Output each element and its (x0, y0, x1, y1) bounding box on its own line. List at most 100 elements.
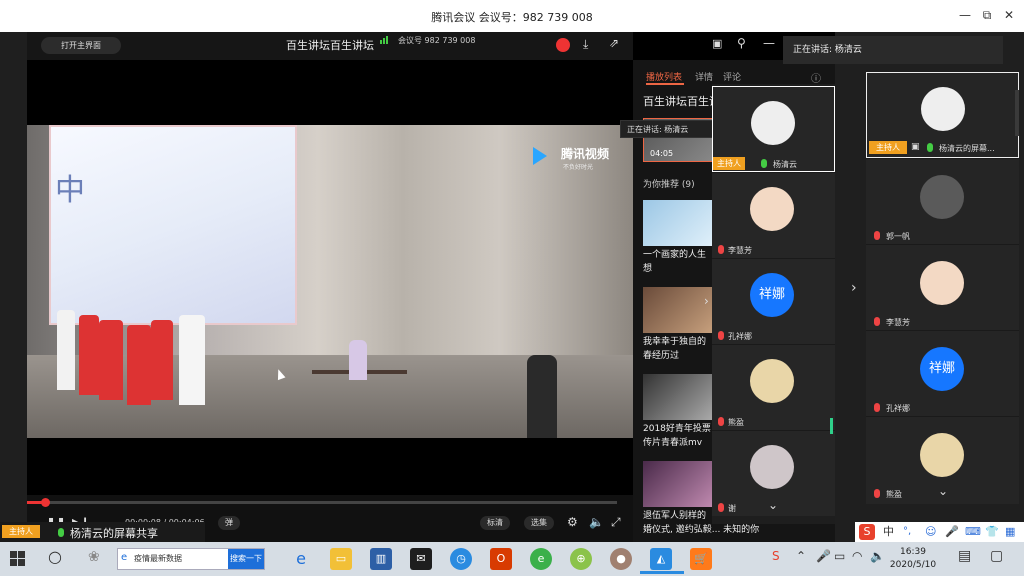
recommend-thumb[interactable] (643, 287, 713, 333)
tencent-video-logo-icon (533, 147, 547, 165)
menu-grid-icon[interactable]: ▦ (1005, 522, 1015, 542)
avatar (750, 187, 794, 231)
info-icon[interactable]: ⓘ (811, 70, 821, 85)
tab-comments[interactable]: 评论 (723, 70, 741, 83)
search-button[interactable]: 搜索一下 (228, 549, 264, 569)
share-icon[interactable]: ⇗ (609, 36, 619, 50)
tray-expand-icon[interactable]: ⌃ (796, 549, 806, 563)
taskview-icon[interactable]: ❀ (88, 549, 100, 565)
participant-tile[interactable]: 主持人 杨清云 (712, 86, 835, 172)
participant-tile[interactable]: 主持人 ▣ 杨清云的屏幕... (866, 72, 1019, 158)
tab-playlist[interactable]: 播放列表 (646, 70, 682, 83)
mic-muted-icon (874, 489, 880, 498)
close-button[interactable]: ✕ (1000, 8, 1018, 22)
restore-button[interactable]: ⧉ (978, 8, 996, 23)
recommend-title[interactable]: 传片青春派mv (643, 436, 713, 450)
settings-icon[interactable]: ⚙ (567, 515, 578, 529)
danmu-button[interactable]: 弹 (218, 516, 240, 530)
clock-time: 16:39 (900, 547, 926, 557)
security-360-icon[interactable]: ⊕ (570, 548, 592, 570)
avatar (920, 175, 964, 219)
recommend-title[interactable]: 想 (643, 262, 713, 276)
participant-tile[interactable]: 熊盈 (712, 344, 835, 430)
file-explorer-icon[interactable]: ▭ (330, 548, 352, 570)
photo-app-icon[interactable]: ● (610, 548, 632, 570)
mic-muted-icon (718, 417, 724, 426)
record-icon[interactable] (556, 38, 570, 52)
participant-tile[interactable]: 李慧芳 (712, 172, 835, 258)
keyboard-icon[interactable]: ⌨ (965, 522, 981, 542)
shopping-icon[interactable]: 🛒 (690, 548, 712, 570)
recommend-thumb[interactable] (643, 461, 713, 507)
cortana-icon[interactable]: ○ (48, 547, 62, 566)
notification-icon[interactable]: ▢ (990, 548, 1003, 564)
video-frame[interactable]: 中 腾讯视频 不负好时光 (27, 125, 633, 438)
tray-battery-icon[interactable]: ▭ (834, 549, 845, 563)
store-icon[interactable]: ▥ (370, 548, 392, 570)
screen-icon[interactable]: ▣ (712, 37, 722, 50)
recommend-title[interactable]: 婚仪式, 邀约弘毅... 未知的你 (643, 523, 783, 537)
host-badge: 主持人 (869, 141, 907, 154)
participant-tile[interactable]: 祥娜 孔祥娜 (866, 330, 1019, 416)
recommend-title[interactable]: 退伍军人别样的 (643, 509, 713, 523)
chevron-right-icon[interactable]: › (704, 294, 709, 308)
chevron-right-icon[interactable]: › (851, 280, 857, 296)
quality-button[interactable]: 标清 (480, 516, 510, 530)
office-icon[interactable]: O (490, 548, 512, 570)
notes-icon[interactable]: ▤ (958, 548, 971, 564)
mic-muted-icon (874, 317, 880, 326)
tencent-meeting-icon[interactable]: ◭ (650, 548, 672, 570)
scroll-indicator[interactable] (830, 418, 833, 434)
mail-icon[interactable]: ✉ (410, 548, 432, 570)
fullscreen-icon[interactable]: ⤢ (611, 515, 621, 530)
minimize-button[interactable]: — (956, 8, 974, 22)
chevron-down-icon[interactable]: ⌄ (938, 484, 948, 498)
tray-sogou-icon[interactable]: S (772, 549, 780, 563)
windows-start-icon[interactable] (10, 551, 26, 567)
avatar (751, 101, 795, 145)
skin-icon[interactable]: 👕 (985, 522, 999, 542)
recommend-title[interactable]: 一个画家的人生 (643, 248, 713, 262)
pin-icon[interactable]: ⚲ (737, 36, 746, 50)
download-icon[interactable]: ⤓ (583, 37, 588, 52)
recommend-title[interactable]: 春经历过 (643, 349, 713, 363)
recommend-thumb[interactable] (643, 374, 713, 420)
volume-icon[interactable]: 🔈 (589, 515, 604, 529)
tray-wifi-icon[interactable]: ◠ (852, 549, 862, 563)
chevron-down-icon[interactable]: ⌄ (768, 498, 778, 512)
participant-name: 郭一帆 (886, 232, 910, 241)
scrollbar[interactable] (1015, 90, 1019, 136)
tray-volume-icon[interactable]: 🔈 (870, 549, 885, 563)
avatar (750, 359, 794, 403)
voice-icon[interactable]: 🎤 (945, 522, 959, 542)
participant-tile[interactable]: 李慧芳 (866, 244, 1019, 330)
current-video-title[interactable]: 百生讲坛百生讲 (643, 95, 713, 109)
punct-icon[interactable]: °, (903, 522, 911, 542)
clock-app-icon[interactable]: ◷ (450, 548, 472, 570)
recommend-title[interactable]: 2018好青年投票 (643, 422, 713, 436)
video-title: 百生讲坛百生讲坛 (286, 39, 374, 52)
participant-name: 杨清云的屏幕... (939, 144, 995, 153)
stage-screen (49, 125, 297, 325)
window-title: 腾讯会议 会议号：982 739 008 (431, 11, 593, 24)
clock[interactable]: 16:39 2020/5/10 (888, 546, 938, 572)
minimize-player-icon[interactable]: — (763, 36, 775, 50)
recommend-thumb[interactable] (643, 200, 713, 246)
progress-track[interactable] (27, 501, 617, 504)
participant-tile[interactable]: 郭一帆 (866, 158, 1019, 244)
tab-details[interactable]: 详情 (695, 70, 713, 83)
browser-360-icon[interactable]: e (530, 548, 552, 570)
participant-tile[interactable]: 祥娜 孔祥娜 (712, 258, 835, 344)
participant-name: 李慧芳 (886, 318, 910, 327)
emoji-icon[interactable]: ☺ (925, 522, 936, 542)
ie-icon: e (121, 552, 128, 563)
tray-mic-icon[interactable]: 🎤 (816, 549, 831, 563)
sogou-icon[interactable]: S (859, 524, 875, 540)
edge-icon[interactable]: e (290, 548, 312, 570)
open-main-button[interactable]: 打开主界面 (41, 37, 121, 54)
episodes-button[interactable]: 选集 (524, 516, 554, 530)
speaking-indicator: 正在讲话: 杨清云 (783, 36, 1003, 64)
progress-handle[interactable] (41, 498, 50, 507)
recommend-title[interactable]: 我幸幸于独自的 (643, 335, 713, 349)
ime-mode[interactable]: 中 (883, 522, 894, 542)
